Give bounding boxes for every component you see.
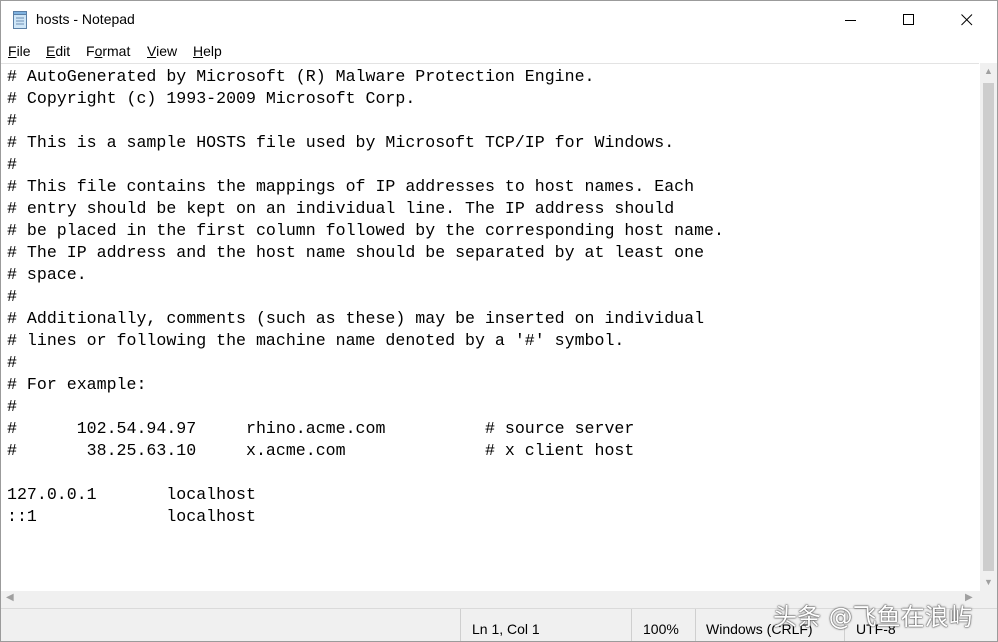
zoom-level: 100% (643, 621, 679, 637)
notepad-icon (12, 11, 28, 29)
menu-format[interactable]: Format (86, 43, 130, 59)
maximize-button[interactable] (881, 1, 939, 39)
menu-help-label: elp (203, 43, 222, 59)
text-editor[interactable]: # AutoGenerated by Microsoft (R) Malware… (1, 63, 979, 592)
minimize-icon (845, 20, 856, 21)
menu-edit-mnemonic: E (46, 43, 56, 59)
menu-format-prefix: F (86, 43, 95, 59)
scroll-down-icon[interactable]: ▼ (984, 577, 993, 587)
editor-content[interactable]: # AutoGenerated by Microsoft (R) Malware… (7, 66, 724, 528)
menu-help-mnemonic: H (193, 43, 204, 59)
menu-view[interactable]: View (147, 43, 177, 59)
menu-file-label: ile (16, 43, 31, 59)
menu-bar: File Edit Format View Help (1, 39, 997, 63)
status-divider (695, 609, 696, 641)
scroll-left-icon[interactable]: ◀ (6, 592, 14, 603)
minimize-button[interactable] (823, 1, 881, 39)
close-icon (961, 14, 973, 26)
cursor-position: Ln 1, Col 1 (472, 621, 540, 637)
status-divider (460, 609, 461, 641)
maximize-icon (903, 14, 914, 25)
close-button[interactable] (939, 1, 997, 39)
status-divider (631, 609, 632, 641)
menu-help[interactable]: Help (193, 43, 222, 59)
title-bar[interactable]: hosts - Notepad (1, 1, 997, 39)
menu-file[interactable]: File (8, 43, 31, 59)
menu-view-mnemonic: V (147, 43, 157, 59)
watermark-text: 头条 @飞鱼在浪屿 (773, 603, 973, 631)
vertical-scroll-thumb[interactable] (983, 83, 994, 571)
vertical-scrollbar[interactable]: ▲ ▼ (980, 63, 997, 591)
menu-edit-label: dit (55, 43, 71, 59)
scroll-up-icon[interactable]: ▲ (984, 66, 993, 76)
notepad-window: hosts - Notepad File Edit Format View He… (0, 0, 998, 642)
scrollbar-corner (980, 591, 997, 608)
menu-edit[interactable]: Edit (46, 43, 70, 59)
menu-format-label: rmat (102, 43, 131, 59)
window-title: hosts - Notepad (36, 11, 135, 27)
menu-view-label: iew (156, 43, 178, 59)
menu-file-mnemonic: F (8, 43, 17, 59)
